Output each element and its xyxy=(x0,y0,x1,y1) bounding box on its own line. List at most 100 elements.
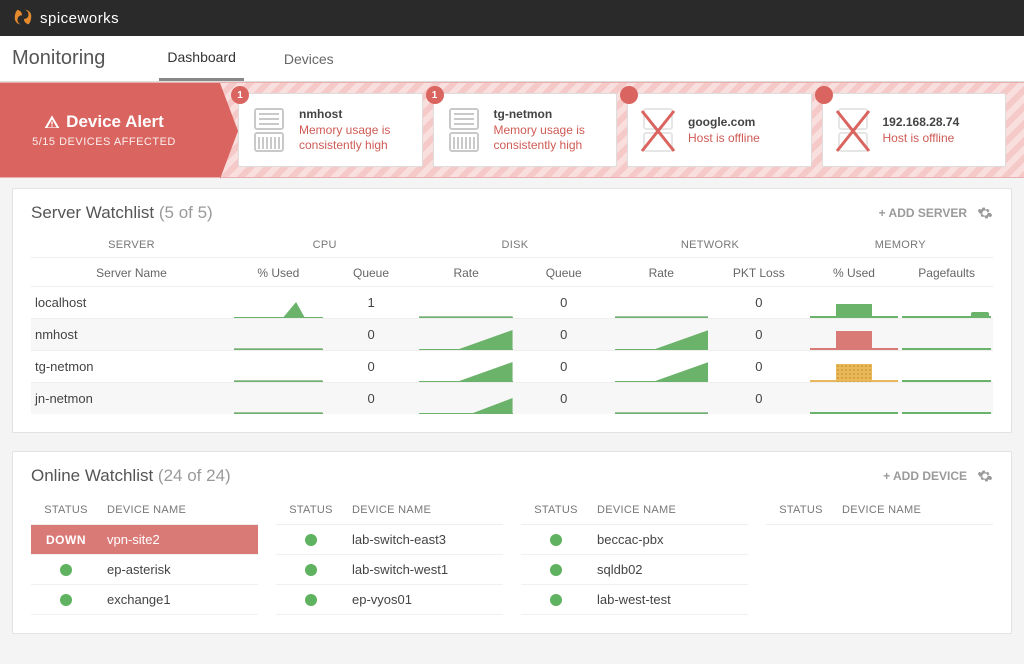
online-column: STATUSDEVICE NAME DOWN vpn-site2 ep-asteris… xyxy=(31,496,258,615)
online-row[interactable]: lab-west-test xyxy=(521,585,748,615)
device-name: sqldb02 xyxy=(591,562,748,577)
server-name: jn-netmon xyxy=(31,383,232,414)
cpu-used-spark xyxy=(232,383,325,414)
spiceworks-logo-icon xyxy=(12,7,34,29)
online-watchlist-count: (24 of 24) xyxy=(158,466,231,485)
cpu-used-spark xyxy=(232,287,325,318)
alert-card-name: tg-netmon xyxy=(494,107,607,121)
net-rate-spark xyxy=(613,319,711,350)
net-pktloss: 0 xyxy=(710,351,808,382)
alert-card[interactable]: 1tg-netmonMemory usage is consistently h… xyxy=(433,93,618,167)
online-column: STATUSDEVICE NAME beccac-pbx sqldb02 lab-we… xyxy=(521,496,748,615)
online-watchlist-title: Online Watchlist xyxy=(31,466,153,485)
online-row[interactable]: lab-switch-west1 xyxy=(276,555,503,585)
server-watchlist-panel: Server Watchlist (5 of 5) + ADD SERVER S… xyxy=(12,188,1012,433)
disk-queue: 0 xyxy=(515,351,613,382)
online-row[interactable]: ep-vyos01 xyxy=(276,585,503,615)
device-alert-title: Device Alert xyxy=(66,112,164,132)
cpu-queue: 0 xyxy=(325,351,418,382)
cpu-used-spark xyxy=(232,351,325,382)
alert-cards: 1 nmhost Memory usage is consistently high… xyxy=(220,83,1024,177)
watchlist-row[interactable]: nmhost000 xyxy=(31,318,993,350)
net-pktloss: 0 xyxy=(710,383,808,414)
online-header: STATUSDEVICE NAME xyxy=(521,496,748,525)
tab-devices[interactable]: Devices xyxy=(276,36,342,81)
status-up-icon xyxy=(550,594,562,606)
cpu-queue: 1 xyxy=(325,287,418,318)
watchlist-row[interactable]: jn-netmon 0 0 0 xyxy=(31,382,993,414)
cpu-queue: 0 xyxy=(325,383,418,414)
alert-card-message: Host is offline xyxy=(883,131,960,146)
page-title: Monitoring xyxy=(12,47,105,70)
online-row[interactable]: DOWN vpn-site2 xyxy=(31,525,258,555)
watchlist-row[interactable]: tg-netmon 0 0 0 xyxy=(31,350,993,382)
device-name: vpn-site2 xyxy=(101,532,258,547)
server-icon xyxy=(249,105,289,155)
alert-card-message: Host is offline xyxy=(688,131,760,146)
device-name: ep-asterisk xyxy=(101,562,258,577)
brand-logo[interactable]: spiceworks xyxy=(12,7,119,29)
warning-icon xyxy=(44,114,60,130)
disk-queue: 0 xyxy=(515,383,613,414)
alert-card-message: Memory usage is consistently high xyxy=(299,123,412,153)
alert-card-message: Memory usage is consistently high xyxy=(494,123,607,153)
disk-rate-spark xyxy=(417,319,515,350)
online-row[interactable]: ep-asterisk xyxy=(31,555,258,585)
gear-icon[interactable] xyxy=(977,468,993,484)
server-offline-icon xyxy=(833,105,873,155)
disk-queue: 0 xyxy=(515,287,613,318)
alert-card-name: nmhost xyxy=(299,107,412,121)
online-header: STATUSDEVICE NAME xyxy=(31,496,258,525)
online-header: STATUSDEVICE NAME xyxy=(276,496,503,525)
online-header: STATUSDEVICE NAME xyxy=(766,496,993,525)
brand-name: spiceworks xyxy=(40,10,119,27)
alert-card[interactable]: 192.168.28.74 Host is offline xyxy=(822,93,1007,167)
add-server-button[interactable]: + ADD SERVER xyxy=(879,206,967,220)
tab-dashboard[interactable]: Dashboard xyxy=(159,36,244,81)
device-name: lab-west-test xyxy=(591,592,748,607)
status-up-icon xyxy=(60,594,72,606)
net-pktloss: 0 xyxy=(710,287,808,318)
watchlist-sub-header: Server Name % Used Queue Rate Queue Rate… xyxy=(31,258,993,286)
device-name: lab-switch-east3 xyxy=(346,532,503,547)
cpu-queue: 0 xyxy=(325,319,418,350)
net-rate-spark xyxy=(613,287,711,318)
device-alert-subtitle: 5/15 DEVICES AFFECTED xyxy=(32,136,176,148)
alert-badge-icon: 1 xyxy=(426,86,444,104)
alert-card-name: 192.168.28.74 xyxy=(883,115,960,129)
alert-card[interactable]: 1nmhostMemory usage is consistently high xyxy=(238,93,423,167)
online-row[interactable]: exchange1 xyxy=(31,585,258,615)
add-device-button[interactable]: + ADD DEVICE xyxy=(883,469,967,483)
server-watchlist-title: Server Watchlist xyxy=(31,203,154,222)
net-pktloss: 0 xyxy=(710,319,808,350)
online-watchlist-panel: Online Watchlist (24 of 24) + ADD DEVICE… xyxy=(12,451,1012,634)
device-alert-strip: Device Alert 5/15 DEVICES AFFECTED 1 nmho… xyxy=(0,82,1024,178)
server-offline-icon xyxy=(638,105,678,155)
server-watchlist-count: (5 of 5) xyxy=(159,203,213,222)
topbar: spiceworks xyxy=(0,0,1024,36)
net-rate-spark xyxy=(613,351,711,382)
watchlist-row[interactable]: localhost100 xyxy=(31,286,993,318)
net-rate-spark xyxy=(613,383,711,414)
gear-icon[interactable] xyxy=(977,205,993,221)
server-name: nmhost xyxy=(31,319,232,350)
watchlist-group-header: SERVER CPU DISK NETWORK MEMORY xyxy=(31,233,993,258)
alert-card[interactable]: google.com Host is offline xyxy=(627,93,812,167)
server-name: tg-netmon xyxy=(31,351,232,382)
online-column: STATUSDEVICE NAME xyxy=(766,496,993,615)
device-name: ep-vyos01 xyxy=(346,592,503,607)
status-up-icon xyxy=(305,564,317,576)
status-down-badge: DOWN xyxy=(46,533,86,547)
online-row[interactable]: lab-switch-east3 xyxy=(276,525,503,555)
alert-card-name: google.com xyxy=(688,115,760,129)
subnav: Monitoring Dashboard Devices xyxy=(0,36,1024,82)
online-row[interactable]: beccac-pbx xyxy=(521,525,748,555)
device-alert-flag: Device Alert 5/15 DEVICES AFFECTED xyxy=(0,83,220,177)
device-name: lab-switch-west1 xyxy=(346,562,503,577)
status-up-icon xyxy=(550,534,562,546)
online-row[interactable]: sqldb02 xyxy=(521,555,748,585)
device-name: beccac-pbx xyxy=(591,532,748,547)
status-up-icon xyxy=(305,594,317,606)
alert-badge-icon xyxy=(620,86,638,104)
tabs: Dashboard Devices xyxy=(159,36,373,81)
